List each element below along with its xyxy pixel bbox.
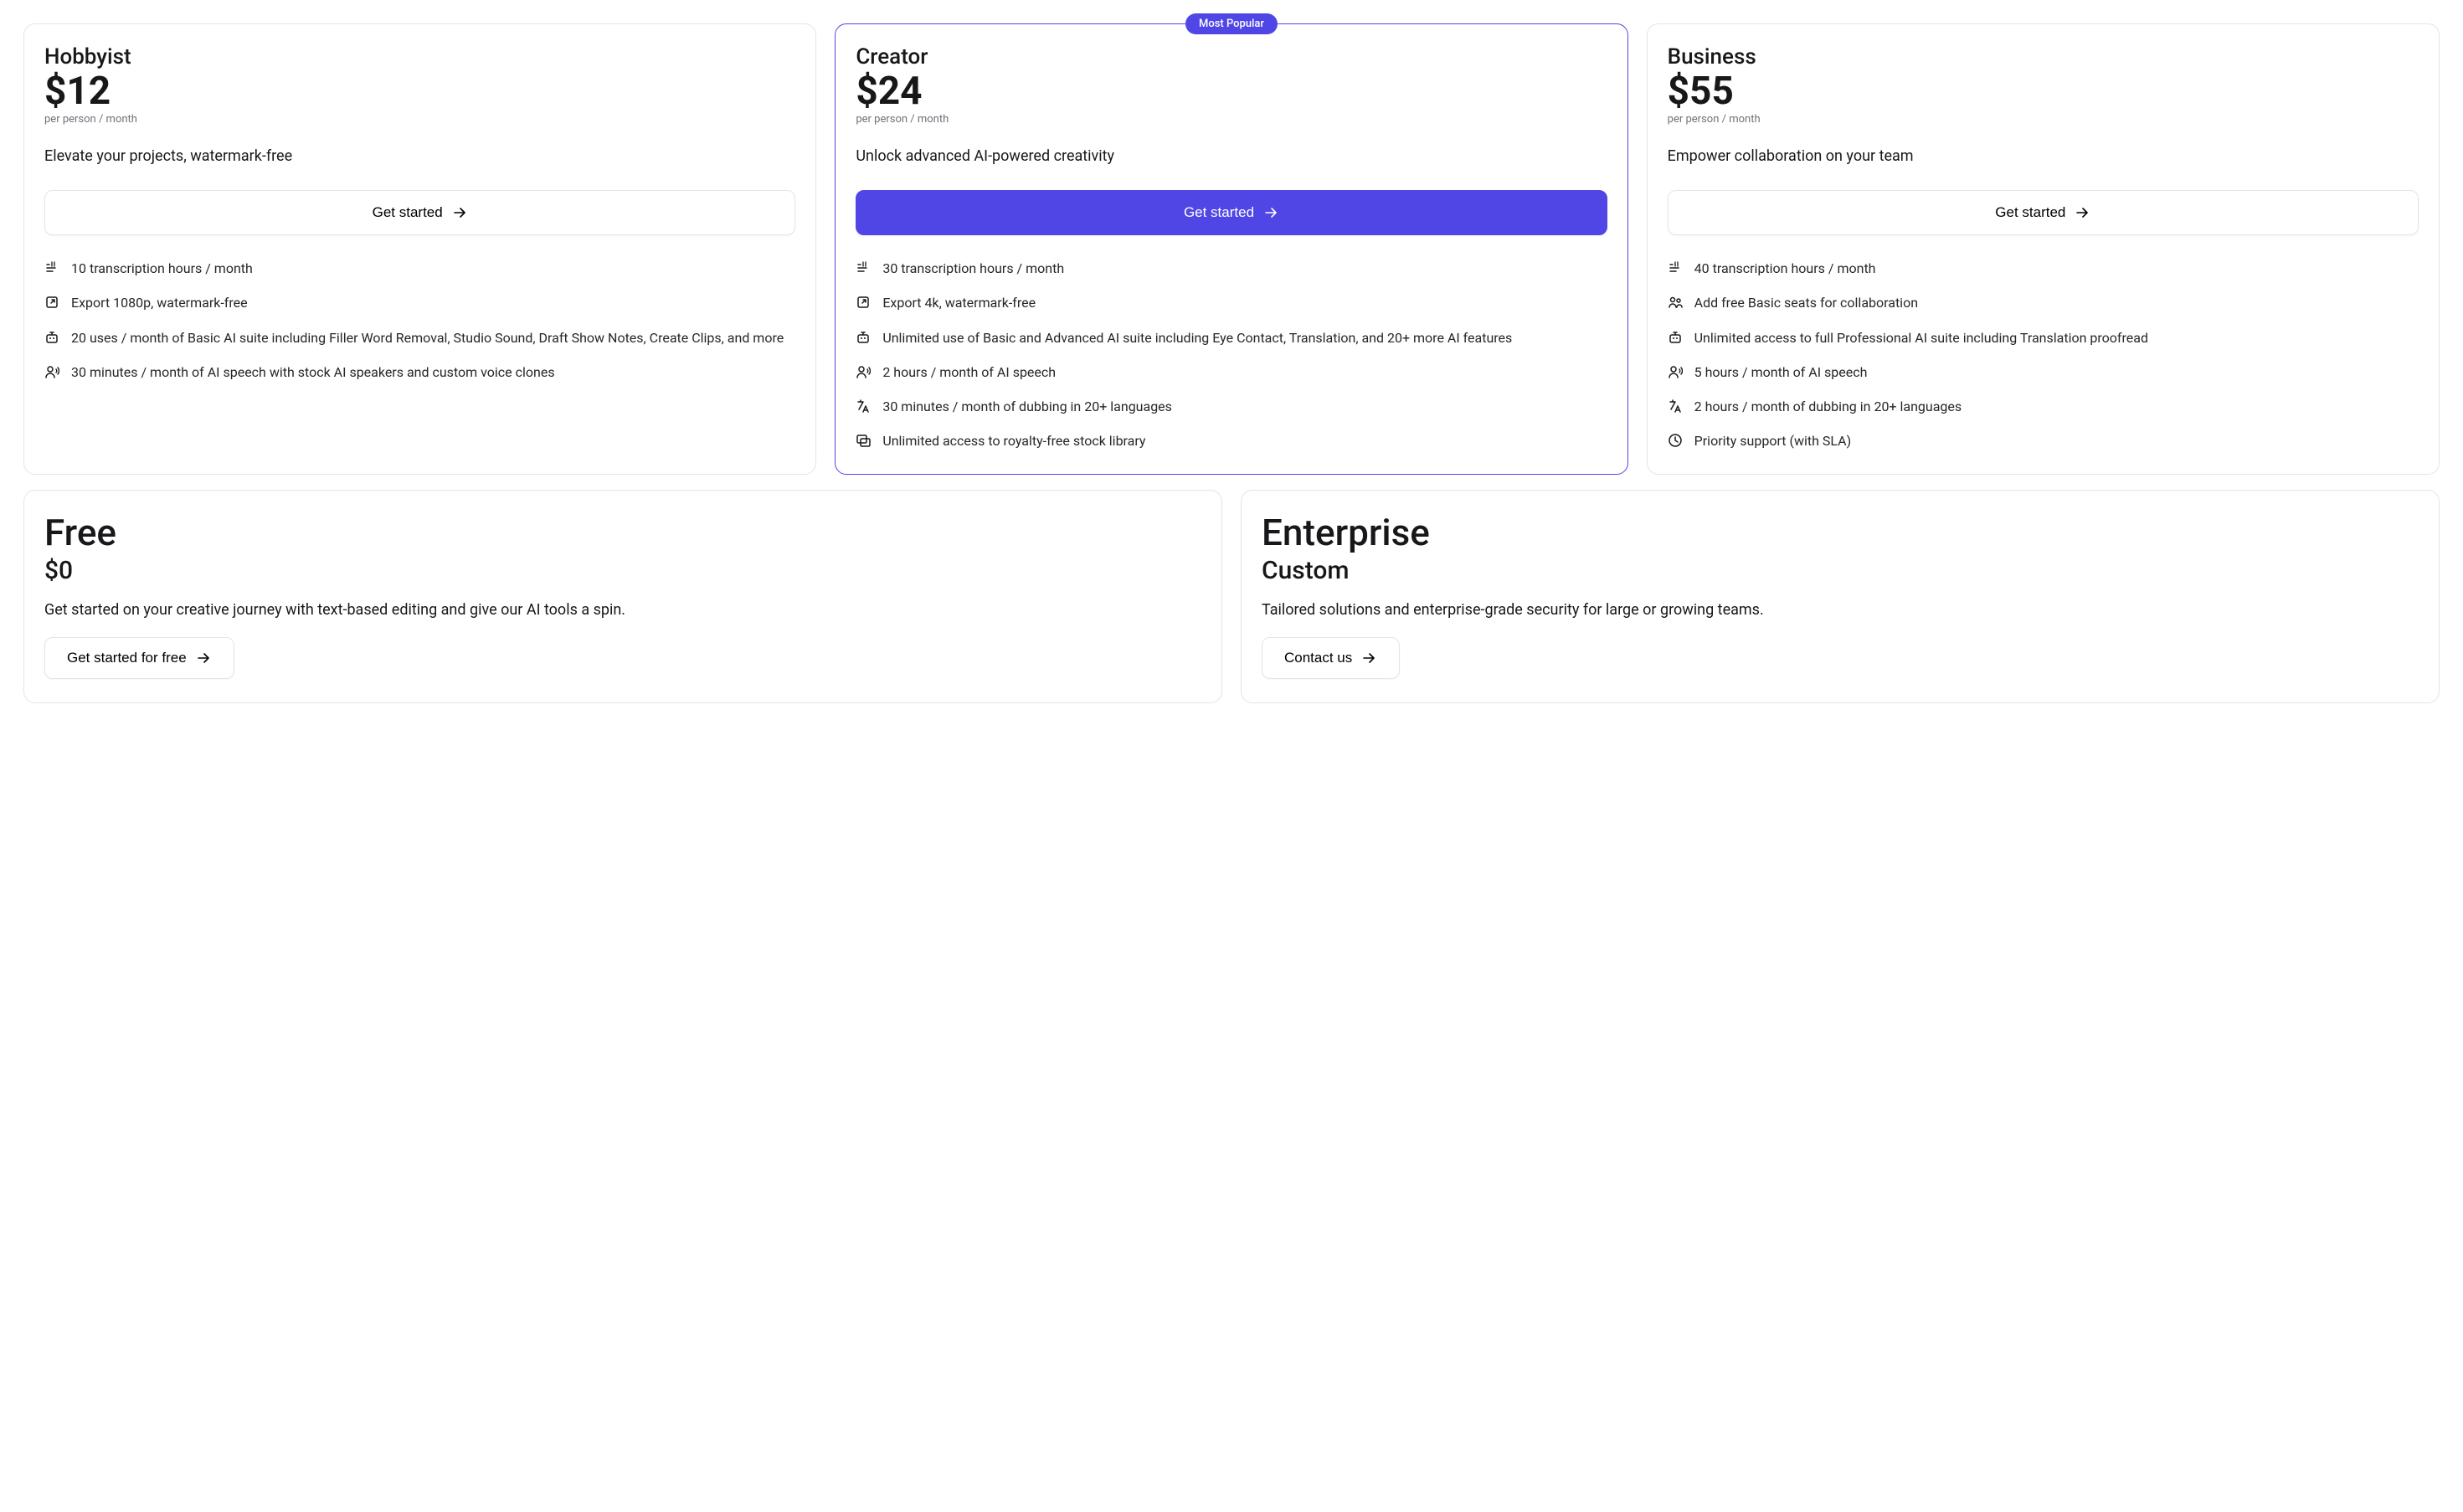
feature-text: Export 1080p, watermark-free	[71, 293, 248, 312]
feature-list: 40 transcription hours / month Add free B…	[1668, 259, 2419, 450]
plan-price: $24	[856, 71, 1607, 111]
contact-us-button[interactable]: Contact us	[1262, 637, 1400, 679]
transcription-icon	[1668, 260, 1683, 275]
dubbing-icon	[856, 399, 871, 414]
feature-list: 30 transcription hours / month Export 4k,…	[856, 259, 1607, 450]
arrow-right-icon	[2074, 204, 2090, 221]
feature-text: Unlimited use of Basic and Advanced AI s…	[882, 328, 1512, 347]
feature-text: Unlimited access to full Professional AI…	[1694, 328, 2148, 347]
get-started-free-button[interactable]: Get started for free	[44, 637, 234, 679]
plan-card-enterprise: Enterprise Custom Tailored solutions and…	[1241, 490, 2440, 703]
speech-icon	[856, 364, 871, 379]
get-started-button[interactable]: Get started	[1668, 190, 2419, 235]
feature-item: 2 hours / month of AI speech	[856, 363, 1607, 382]
feature-item: 40 transcription hours / month	[1668, 259, 2419, 278]
plan-price: Custom	[1262, 556, 2419, 586]
feature-text: Export 4k, watermark-free	[882, 293, 1036, 312]
export-icon	[44, 295, 59, 310]
feature-item: 2 hours / month of dubbing in 20+ langua…	[1668, 397, 2419, 416]
export-icon	[856, 295, 871, 310]
plan-period: per person / month	[44, 113, 795, 126]
plan-name: Free	[44, 511, 1201, 554]
feature-text: 5 hours / month of AI speech	[1694, 363, 1868, 382]
plan-tagline: Tailored solutions and enterprise-grade …	[1262, 601, 2326, 619]
feature-text: 20 uses / month of Basic AI suite includ…	[71, 328, 784, 347]
button-label: Contact us	[1284, 650, 1352, 666]
feature-item: 20 uses / month of Basic AI suite includ…	[44, 328, 795, 347]
transcription-icon	[44, 260, 59, 275]
button-label: Get started	[373, 204, 443, 221]
feature-item: Priority support (with SLA)	[1668, 431, 2419, 450]
get-started-button[interactable]: Get started	[856, 190, 1607, 235]
feature-text: 2 hours / month of AI speech	[882, 363, 1056, 382]
plan-name: Enterprise	[1262, 511, 2419, 554]
arrow-right-icon	[195, 650, 212, 666]
feature-text: 2 hours / month of dubbing in 20+ langua…	[1694, 397, 1962, 416]
ai-icon	[856, 330, 871, 345]
plan-price: $12	[44, 71, 795, 111]
feature-item: 30 minutes / month of AI speech with sto…	[44, 363, 795, 382]
feature-text: 30 transcription hours / month	[882, 259, 1064, 278]
feature-item: Add free Basic seats for collaboration	[1668, 293, 2419, 312]
top-pricing-row: Hobbyist $12 per person / month Elevate …	[23, 23, 2440, 475]
feature-item: 5 hours / month of AI speech	[1668, 363, 2419, 382]
arrow-right-icon	[1360, 650, 1377, 666]
plan-price: $55	[1668, 71, 2419, 111]
feature-text: 30 minutes / month of dubbing in 20+ lan…	[882, 397, 1172, 416]
plan-card-free: Free $0 Get started on your creative jou…	[23, 490, 1222, 703]
most-popular-badge: Most Popular	[1185, 13, 1278, 34]
feature-item: 30 minutes / month of dubbing in 20+ lan…	[856, 397, 1607, 416]
feature-item: Unlimited use of Basic and Advanced AI s…	[856, 328, 1607, 347]
button-label: Get started for free	[67, 650, 187, 666]
plan-name: Hobbyist	[44, 44, 795, 69]
feature-item: 10 transcription hours / month	[44, 259, 795, 278]
arrow-right-icon	[1262, 204, 1279, 221]
ai-icon	[1668, 330, 1683, 345]
arrow-right-icon	[451, 204, 468, 221]
button-label: Get started	[1184, 204, 1254, 221]
feature-text: Add free Basic seats for collaboration	[1694, 293, 1918, 312]
feature-text: Unlimited access to royalty-free stock l…	[882, 431, 1145, 450]
seats-icon	[1668, 295, 1683, 310]
plan-tagline: Elevate your projects, watermark-free	[44, 147, 795, 165]
feature-text: 30 minutes / month of AI speech with sto…	[71, 363, 555, 382]
plan-period: per person / month	[1668, 113, 2419, 126]
plan-card-hobbyist: Hobbyist $12 per person / month Elevate …	[23, 23, 816, 475]
feature-item: Unlimited access to full Professional AI…	[1668, 328, 2419, 347]
plan-price: $0	[44, 556, 1201, 586]
feature-item: Export 4k, watermark-free	[856, 293, 1607, 312]
feature-item: 30 transcription hours / month	[856, 259, 1607, 278]
button-label: Get started	[1995, 204, 2065, 221]
get-started-button[interactable]: Get started	[44, 190, 795, 235]
plan-tagline: Empower collaboration on your team	[1668, 147, 2419, 165]
ai-icon	[44, 330, 59, 345]
plan-name: Creator	[856, 44, 1607, 69]
plan-tagline: Get started on your creative journey wit…	[44, 601, 1108, 619]
dubbing-icon	[1668, 399, 1683, 414]
feature-item: Export 1080p, watermark-free	[44, 293, 795, 312]
speech-icon	[1668, 364, 1683, 379]
plan-card-business: Business $55 per person / month Empower …	[1647, 23, 2440, 475]
clock-icon	[1668, 433, 1683, 448]
feature-text: 10 transcription hours / month	[71, 259, 253, 278]
bottom-pricing-row: Free $0 Get started on your creative jou…	[23, 490, 2440, 703]
plan-name: Business	[1668, 44, 2419, 69]
feature-text: Priority support (with SLA)	[1694, 431, 1851, 450]
transcription-icon	[856, 260, 871, 275]
feature-text: 40 transcription hours / month	[1694, 259, 1876, 278]
feature-list: 10 transcription hours / month Export 108…	[44, 259, 795, 382]
plan-period: per person / month	[856, 113, 1607, 126]
plan-card-creator: Most Popular Creator $24 per person / mo…	[835, 23, 1627, 475]
stock-icon	[856, 433, 871, 448]
plan-tagline: Unlock advanced AI-powered creativity	[856, 147, 1607, 165]
feature-item: Unlimited access to royalty-free stock l…	[856, 431, 1607, 450]
speech-icon	[44, 364, 59, 379]
